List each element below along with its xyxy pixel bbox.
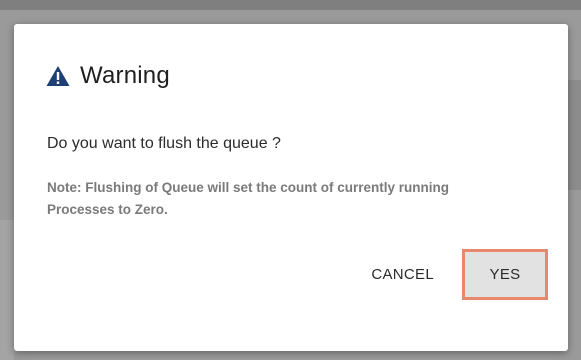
dialog-question: Do you want to flush the queue ? (47, 135, 281, 152)
backdrop (0, 0, 581, 10)
backdrop-panel (567, 80, 581, 190)
yes-button[interactable]: YES (462, 249, 548, 300)
dialog-note: Note: Flushing of Queue will set the cou… (47, 180, 450, 217)
warning-triangle-icon (46, 66, 70, 86)
backdrop-panel (0, 220, 14, 360)
dialog-header: Warning (46, 62, 170, 90)
dialog-actions: CANCEL YES (371, 249, 548, 300)
warning-dialog: Warning Do you want to flush the queue ?… (14, 24, 568, 351)
cancel-button[interactable]: CANCEL (371, 266, 434, 283)
dialog-title: Warning (80, 62, 170, 89)
